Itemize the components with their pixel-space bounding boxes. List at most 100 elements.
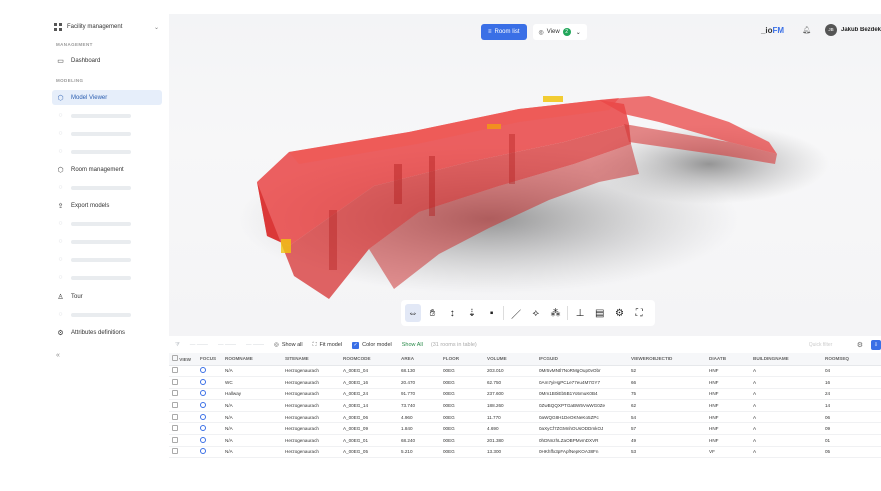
section-icon[interactable]: ⟡ <box>528 304 544 322</box>
camera-icon[interactable]: ▪ <box>484 304 500 322</box>
sidebar-item-hidden-9[interactable]: ○ <box>52 307 162 322</box>
row-checkbox[interactable] <box>172 367 178 374</box>
focus-cell[interactable] <box>197 446 222 459</box>
sidebar-item-hidden-2[interactable]: ○ <box>52 126 162 141</box>
focus-cell[interactable] <box>197 422 222 436</box>
table-row[interactable]: N/A Herzogenaurach A_00EG_05 5.210 00EG 13.30… <box>169 446 881 459</box>
focus-icon[interactable] <box>200 413 206 420</box>
zoom-icon[interactable]: ↕ <box>444 304 460 322</box>
focus-icon[interactable] <box>200 448 206 455</box>
focus-cell[interactable] <box>197 411 222 424</box>
view-cell[interactable] <box>169 388 197 401</box>
sidebar-item-export-models[interactable]: ⇪ Export models <box>52 198 162 213</box>
fit-model-button[interactable]: ⛶ Fit model <box>313 342 342 349</box>
model-tree-icon[interactable]: ⊥ <box>572 304 588 322</box>
column-header-sitename[interactable]: SITENAME <box>282 353 340 366</box>
checkbox-checked[interactable]: ✓ <box>352 341 360 349</box>
sidebar-item-hidden-1[interactable]: ○ <box>52 108 162 123</box>
user-name[interactable]: Jakub Bezdeka <box>841 27 881 33</box>
focus-cell[interactable] <box>197 434 222 447</box>
row-checkbox[interactable] <box>172 413 178 420</box>
building-model[interactable] <box>169 14 881 336</box>
app-selector[interactable]: Facility management ⌄ <box>50 19 163 35</box>
focus-cell[interactable] <box>197 365 222 378</box>
column-header-roomseq[interactable]: ROOMSEQ <box>822 353 881 366</box>
view-dropdown[interactable]: ◎ View 2 ⌄ <box>532 24 587 40</box>
collapse-sidebar-icon[interactable]: « <box>56 352 60 359</box>
row-checkbox[interactable] <box>172 402 178 409</box>
hidden-action-1[interactable]: — —— <box>190 342 208 348</box>
sidebar-item-hidden-8[interactable]: ○ <box>52 270 162 285</box>
fullscreen-icon[interactable]: ⛶ <box>631 304 647 322</box>
show-all-link[interactable]: Show All <box>402 342 423 348</box>
view-cell[interactable] <box>169 365 197 378</box>
properties-icon[interactable]: ▤ <box>592 304 608 322</box>
sidebar-item-attributes-definitions[interactable]: ⚙ Attributes definitions <box>52 325 162 340</box>
sidebar-item-hidden-7[interactable]: ○ <box>52 252 162 267</box>
sidebar-item-hidden-4[interactable]: ○ <box>52 180 162 195</box>
sidebar-item-hidden-5[interactable]: ○ <box>52 216 162 231</box>
column-header-roomcode[interactable]: ROOMCODE <box>340 353 398 366</box>
gear-icon[interactable]: ⚙ <box>857 341 863 349</box>
color-model-toggle[interactable]: ✓ Color model <box>352 341 392 349</box>
filter-icon[interactable]: ⧩ <box>175 342 180 349</box>
column-header-buildingname[interactable]: BUILDINGNAME <box>750 353 822 366</box>
orbit-icon[interactable]: ⇔ <box>405 304 421 322</box>
column-header-viewerobjectid[interactable]: VIEWEROBJECTID <box>628 353 706 366</box>
view-cell[interactable] <box>169 422 197 436</box>
column-header-focus[interactable]: FOCUS <box>197 353 222 366</box>
sidebar-item-dashboard[interactable]: ▭ Dashboard <box>52 53 162 68</box>
focus-icon[interactable] <box>200 425 206 432</box>
focus-cell[interactable] <box>197 388 222 401</box>
row-checkbox[interactable] <box>172 390 178 397</box>
sidebar-item-hidden-6[interactable]: ○ <box>52 234 162 249</box>
quick-filter-input[interactable]: Quick filter <box>805 340 849 350</box>
download-icon[interactable]: ⇩ <box>871 340 881 350</box>
table-row[interactable]: WC Herzogenaurach A_00EG_16 20.470 00EG 62.75… <box>169 376 881 389</box>
show-all-button[interactable]: ◎ Show all <box>274 342 303 348</box>
column-header-select[interactable]: VIEW <box>169 353 197 366</box>
row-checkbox[interactable] <box>172 425 178 432</box>
table-row[interactable]: N/A Herzogenaurach A_00EG_06 4.960 00EG 11.77… <box>169 411 881 424</box>
row-checkbox[interactable] <box>172 436 178 443</box>
table-row[interactable]: N/A Herzogenaurach A_00EG_09 1.840 00EG 4.690… <box>169 422 881 436</box>
view-cell[interactable] <box>169 446 197 459</box>
column-header-ifcguid[interactable]: IFCGUID <box>536 353 628 366</box>
focus-icon[interactable] <box>200 390 206 397</box>
hidden-action-2[interactable]: — —— <box>218 342 236 348</box>
explode-icon[interactable]: ⁂ <box>548 304 564 322</box>
focus-icon[interactable] <box>200 402 206 409</box>
focus-icon[interactable] <box>200 367 206 374</box>
view-cell[interactable] <box>169 411 197 424</box>
hidden-action-3[interactable]: — —— <box>246 342 264 348</box>
table-row[interactable]: Hallway Herzogenaurach A_00EG_24 91.770 00EG… <box>169 388 881 401</box>
avatar[interactable]: JB <box>825 24 837 36</box>
sidebar-item-hidden-3[interactable]: ○ <box>52 144 162 159</box>
view-cell[interactable] <box>169 434 197 447</box>
sidebar-item-tour[interactable]: ♙ Tour <box>52 289 162 304</box>
focus-icon[interactable] <box>200 378 206 385</box>
table-row[interactable]: N/A Herzogenaurach A_00EG_04 68.130 00EG 203.… <box>169 365 881 378</box>
walk-icon[interactable]: ⇣ <box>464 304 480 322</box>
column-header-volume[interactable]: VOLUME <box>484 353 536 366</box>
view-cell[interactable] <box>169 376 197 389</box>
focus-icon[interactable] <box>200 436 206 443</box>
column-header-area[interactable]: AREA <box>398 353 440 366</box>
sidebar-item-room-management[interactable]: ⬡ Room management <box>52 162 162 177</box>
focus-cell[interactable] <box>197 376 222 389</box>
column-header-floor[interactable]: FLOOR <box>440 353 484 366</box>
settings-icon[interactable]: ⚙ <box>612 304 628 322</box>
table-row[interactable]: N/A Herzogenaurach A_00EG_14 73.740 00EG 188.… <box>169 399 881 412</box>
row-checkbox[interactable] <box>172 448 178 455</box>
measure-icon[interactable]: ／ <box>508 304 524 322</box>
room-list-button[interactable]: ≡ Room list <box>481 24 527 40</box>
view-cell[interactable] <box>169 399 197 412</box>
sidebar-item-model-viewer[interactable]: ⬡ Model Viewer <box>52 90 162 105</box>
row-checkbox[interactable] <box>172 378 178 385</box>
column-header-roomname[interactable]: ROOMNAME <box>222 353 282 366</box>
bell-icon[interactable]: 🔔︎ <box>802 26 811 34</box>
pan-icon[interactable]: ✋︎ <box>425 304 441 322</box>
model-viewer[interactable]: ≡ Room list ◎ View 2 ⌄ _ioFM 🔔︎ JB Jakub… <box>169 14 881 336</box>
table-row[interactable]: N/A Herzogenaurach A_00EG_01 68.240 00EG 201.… <box>169 434 881 447</box>
focus-cell[interactable] <box>197 399 222 412</box>
